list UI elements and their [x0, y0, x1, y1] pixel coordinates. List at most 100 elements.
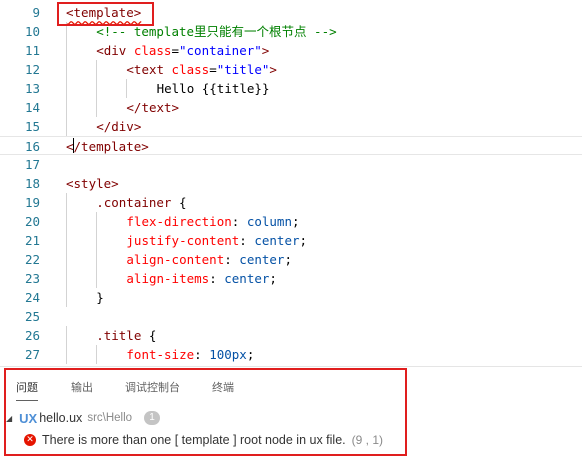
code-line[interactable]: 12 <text class="title">: [0, 60, 582, 79]
code-token: center: [224, 271, 270, 286]
line-number: 24: [24, 290, 40, 305]
code-line[interactable]: 24}: [0, 288, 582, 307]
code-token: :: [224, 252, 240, 267]
indent-guide: [66, 345, 67, 364]
code-line[interactable]: 27 font-size: 100px;: [0, 345, 582, 364]
line-number: 13: [24, 81, 40, 96]
code-line[interactable]: 21 justify-content: center;: [0, 231, 582, 250]
code-line[interactable]: 25: [0, 307, 582, 326]
chevron-down-icon[interactable]: ◢: [6, 414, 12, 423]
code-token: class: [133, 43, 172, 58]
code-token: justify-content: [126, 233, 240, 248]
code-token: </div>: [96, 119, 142, 134]
line-number: 23: [24, 271, 40, 286]
indent-guide: [66, 79, 67, 98]
line-number: 11: [24, 43, 40, 58]
code-token: <style>: [66, 176, 119, 191]
problem-item[interactable]: ✕ There is more than one [ template ] ro…: [24, 430, 564, 450]
problem-file-path: src\Hello: [87, 412, 133, 424]
code-token: "container": [179, 43, 262, 58]
tab-debug-console[interactable]: 调试控制台: [125, 379, 180, 395]
code-token: <div: [96, 43, 134, 58]
line-number: 9: [32, 5, 40, 20]
code-line[interactable]: 22 align-content: center;: [0, 250, 582, 269]
code-token: Hello {{title}}: [156, 81, 270, 96]
ux-file-icon: UX: [19, 410, 38, 426]
code-line[interactable]: 13 Hello {{title}}: [0, 79, 582, 98]
code-token: flex-direction: [126, 214, 232, 229]
code-token: >: [261, 43, 270, 58]
code-line[interactable]: 23 align-items: center;: [0, 269, 582, 288]
code-token: <text: [126, 62, 172, 77]
problem-file-row[interactable]: ◢ UX hello.ux src\Hello 1: [6, 408, 566, 428]
code-line[interactable]: 15 </div>: [0, 117, 582, 136]
indent-guide: [66, 117, 67, 136]
line-number: 27: [24, 347, 40, 362]
error-icon: ✕: [24, 434, 36, 446]
code-line[interactable]: 26 .title {: [0, 326, 582, 345]
code-token: font-size: [126, 347, 195, 362]
code-token: :: [209, 271, 225, 286]
code-token: :: [194, 347, 210, 362]
panel-tab-bar: 问题 输出 调试控制台 终端: [0, 373, 582, 401]
line-number: 20: [24, 214, 40, 229]
line-number: 21: [24, 233, 40, 248]
problems-panel: 问题 输出 调试控制台 终端 ◢ UX hello.ux src\Hello 1…: [0, 366, 582, 462]
code-token: {: [171, 195, 187, 210]
code-line[interactable]: 18 <style>: [0, 174, 582, 193]
code-text: }: [96, 288, 104, 307]
line-number: 10: [24, 24, 40, 39]
code-token: class: [171, 62, 210, 77]
code-line[interactable]: 11 <div class="container">: [0, 41, 582, 60]
code-token: ;: [246, 347, 255, 362]
code-token: </text>: [126, 100, 180, 115]
code-token: <!-- template里只能有一个根节点 -->: [96, 24, 337, 39]
code-token: ;: [299, 233, 308, 248]
code-text: align-items: center;: [126, 269, 277, 288]
code-text: .title {: [96, 326, 156, 345]
tab-terminal[interactable]: 终端: [212, 379, 234, 395]
indent-guide: [96, 79, 98, 98]
indent-guide: [66, 269, 67, 288]
code-line[interactable]: 20 flex-direction: column;: [0, 212, 582, 231]
code-token: {: [141, 328, 157, 343]
code-text: </template>: [66, 137, 149, 156]
code-text: font-size: 100px;: [126, 345, 254, 364]
code-token: =: [209, 62, 217, 77]
text-cursor: [73, 138, 74, 153]
code-token: column: [246, 214, 292, 229]
indent-guide: [96, 231, 98, 250]
code-token: 100px: [209, 347, 247, 362]
line-number: 18: [24, 176, 40, 191]
code-token: align-content: [126, 252, 225, 267]
code-text: flex-direction: column;: [126, 212, 299, 231]
indent-guide: [96, 98, 98, 117]
indent-guide: [96, 212, 98, 231]
code-editor[interactable]: 9 <template> 10 <!-- template里只能有一个根节点 --> 1…: [0, 0, 582, 366]
code-token: </template>: [66, 139, 149, 154]
code-text: </div>: [96, 117, 141, 136]
indent-guide: [96, 250, 98, 269]
indent-guide: [66, 60, 67, 79]
indent-guide: [66, 231, 67, 250]
line-number: 25: [24, 309, 40, 324]
code-token: center: [239, 252, 285, 267]
tab-output[interactable]: 输出: [71, 379, 93, 395]
code-line[interactable]: 16 </template>: [0, 136, 582, 155]
code-line[interactable]: 17: [0, 155, 582, 174]
line-number: 15: [24, 119, 40, 134]
code-line[interactable]: 14 </text>: [0, 98, 582, 117]
indent-guide: [66, 250, 67, 269]
code-token: :: [231, 214, 247, 229]
line-number: 19: [24, 195, 40, 210]
code-text: <div class="container">: [96, 41, 269, 60]
code-token: >: [269, 62, 277, 77]
code-text: <text class="title">: [126, 60, 277, 79]
code-line[interactable]: 19 .container {: [0, 193, 582, 212]
code-token: ;: [291, 214, 300, 229]
indent-guide: [96, 269, 98, 288]
indent-guide: [66, 288, 67, 307]
code-text: Hello {{title}}: [157, 79, 270, 98]
code-token: align-items: [126, 271, 210, 286]
tab-problems[interactable]: 问题: [16, 379, 38, 401]
